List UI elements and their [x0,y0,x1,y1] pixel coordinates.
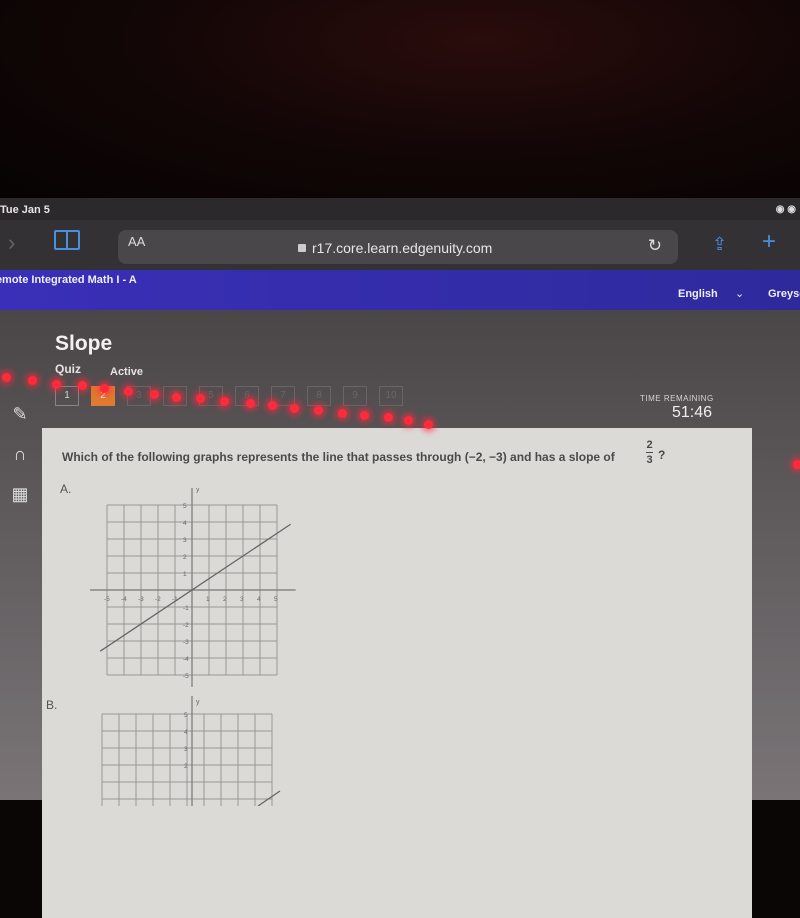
laser-dot [314,406,323,415]
x-tick-label: -4 [121,596,127,603]
laser-dot [150,390,159,399]
option-a-label[interactable]: A. [60,482,71,496]
laser-dot [52,380,61,389]
forward-icon[interactable]: › [8,230,15,256]
y-tick-label: -2 [183,622,189,629]
laser-dot [404,416,413,425]
y-tick-label: 5 [183,503,187,510]
tablet-screen: Tue Jan 5 ◉ ◉ › AA r17.core.learn.edgenu… [0,198,800,918]
url-text[interactable]: r17.core.learn.edgenuity.com [298,240,492,256]
question-button-10[interactable]: 10 [379,386,403,406]
page-title: Slope [55,332,113,355]
y-tick-label: 3 [183,537,187,544]
address-bar[interactable]: AA r17.core.learn.edgenuity.com ↻ [118,230,678,264]
theme-selector[interactable]: Greyscale [768,288,800,300]
x-tick-label: 2 [223,596,227,603]
y-tick-label: 4 [183,520,187,527]
bookmarks-icon[interactable] [54,230,80,250]
timer-value: 51:46 [672,404,713,421]
y-tick-label: 1 [183,571,187,578]
laser-dot [360,411,369,420]
question-panel: Which of the following graphs represents… [42,428,752,918]
y-tick-label: 2 [183,554,187,561]
y-tick-label: 5 [184,712,188,719]
y-axis-label: y [196,699,200,706]
option-b-label[interactable]: B. [46,698,57,712]
y-tick-label: -3 [183,639,189,646]
app-header: Remote Integrated Math I - A English ⌄ G… [0,270,800,310]
laser-dot [424,420,433,429]
url-value: r17.core.learn.edgenuity.com [312,240,493,256]
question-button-9[interactable]: 9 [343,386,367,406]
background-dark [0,0,800,200]
browser-toolbar: › AA r17.core.learn.edgenuity.com ↻ ⇪ + [0,220,800,270]
chevron-down-icon[interactable]: ⌄ [735,287,744,300]
x-tick-label: 5 [274,596,278,603]
status-bar: Tue Jan 5 ◉ ◉ [0,198,800,220]
reload-icon[interactable]: ↻ [648,236,662,256]
language-selector[interactable]: English [678,288,718,300]
lock-icon [298,244,306,252]
x-tick-label: 1 [206,596,210,603]
x-tick-label: -2 [155,596,161,603]
y-tick-label: 4 [184,729,188,736]
question-text: Which of the following graphs represents… [62,450,615,464]
laser-dot [78,381,87,390]
activity-status: Active [110,366,144,378]
new-tab-icon[interactable]: + [762,228,776,256]
y-axis-label: y [196,488,200,493]
status-date: Tue Jan 5 [0,204,50,216]
y-tick-label: -1 [183,605,189,612]
fraction-numerator: 2 [646,439,653,451]
laser-dot [196,394,205,403]
wifi-icon: ◉ ◉ [775,204,796,215]
laser-dot [290,404,299,413]
fraction-bar [646,452,653,453]
laser-dot [246,399,255,408]
share-icon[interactable]: ⇪ [712,234,727,255]
laser-dot [172,393,181,402]
slope-fraction: 2 3 [646,439,653,466]
laser-dot [2,373,11,382]
option-b-graph[interactable]: y 5 4 3 2 [90,696,300,806]
laser-dot [100,384,109,393]
pencil-icon[interactable]: ✎ [0,394,40,434]
headphones-icon[interactable]: ∩ [0,434,40,474]
question-button-8[interactable]: 8 [307,386,331,406]
laser-dot [28,376,37,385]
graph-line [99,523,291,652]
x-tick-label: -3 [138,596,144,603]
activity-type: Quiz [55,362,81,376]
laser-dot [338,409,347,418]
laser-dot [220,397,229,406]
course-title: Remote Integrated Math I - A [0,274,137,286]
text-size-button[interactable]: AA [128,234,145,249]
y-tick-label: -5 [183,673,189,680]
y-tick-label: 2 [184,763,188,770]
laser-dot [124,387,133,396]
question-mark: ? [658,448,666,462]
y-tick-label: -4 [183,656,189,663]
x-tick-label: -5 [104,596,110,603]
question-button-1[interactable]: 1 [55,386,79,406]
laser-dot [268,401,277,410]
timer-label: TIME REMAINING [640,394,714,403]
x-tick-label: 4 [257,596,261,603]
calculator-icon[interactable]: ▦ [0,474,40,514]
laser-dot [793,460,800,469]
x-tick-label: 3 [240,596,244,603]
fraction-denominator: 3 [646,454,653,466]
y-tick-label: 3 [184,746,188,753]
laser-dot [384,413,393,422]
option-a-graph[interactable]: xy-5-4-3-2-11234554321-1-2-3-4-5 [80,488,300,688]
tool-sidebar: ✎ ∩ ▦ [0,394,40,514]
